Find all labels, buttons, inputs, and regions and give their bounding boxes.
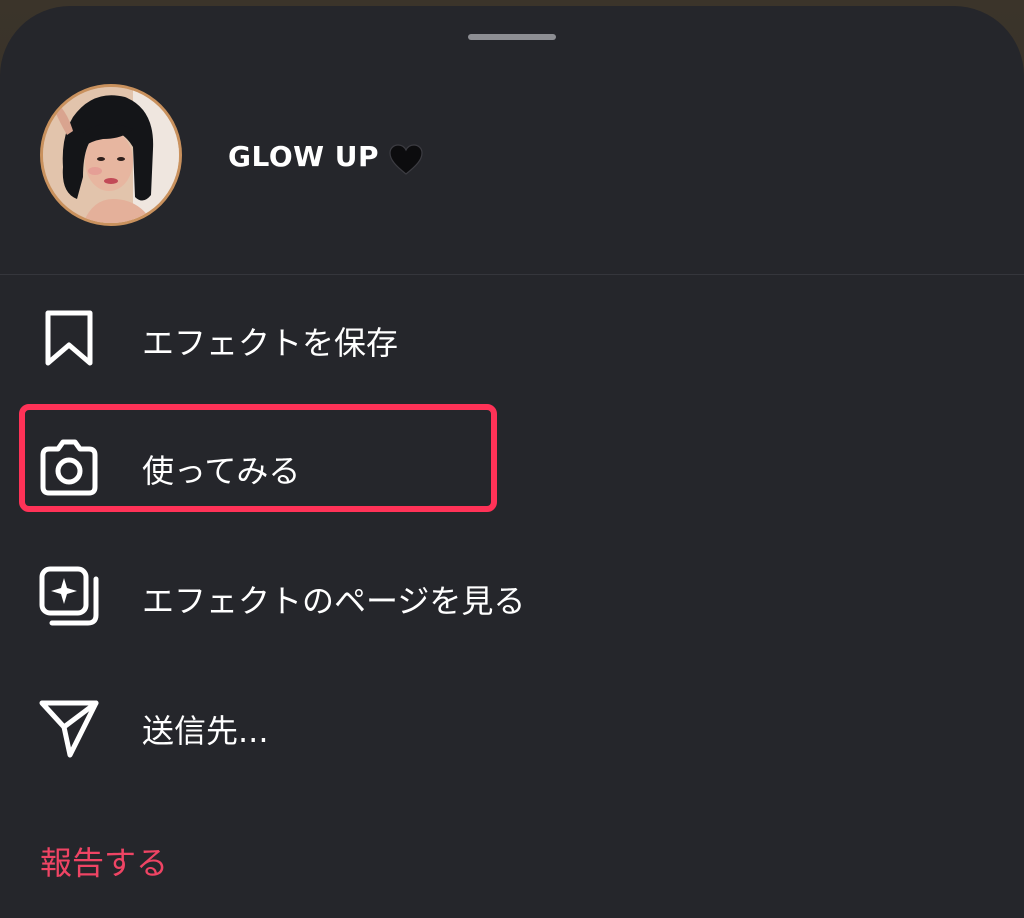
save-effect-label: エフェクトを保存 (142, 324, 399, 362)
black-heart-icon (389, 144, 423, 175)
send-to-item[interactable]: 送信先... (0, 676, 1024, 776)
report-button[interactable]: 報告する (40, 838, 168, 884)
highlight-frame (19, 404, 497, 512)
save-effect-item[interactable]: エフェクトを保存 (0, 288, 1024, 388)
send-to-label: 送信先... (142, 712, 269, 750)
view-effect-page-label: エフェクトのページを見る (142, 582, 526, 620)
sheet-grabber-handle[interactable] (468, 34, 556, 40)
avatar-portrait (43, 87, 179, 223)
effect-name[interactable]: GLOW UP (228, 140, 379, 173)
avatar[interactable] (40, 84, 182, 226)
send-icon (39, 700, 99, 758)
section-divider (0, 274, 1024, 275)
effect-page-icon (39, 566, 99, 626)
effect-header: GLOW UP (0, 66, 1024, 274)
view-effect-page-item[interactable]: エフェクトのページを見る (0, 546, 1024, 646)
bookmark-icon (45, 310, 93, 366)
